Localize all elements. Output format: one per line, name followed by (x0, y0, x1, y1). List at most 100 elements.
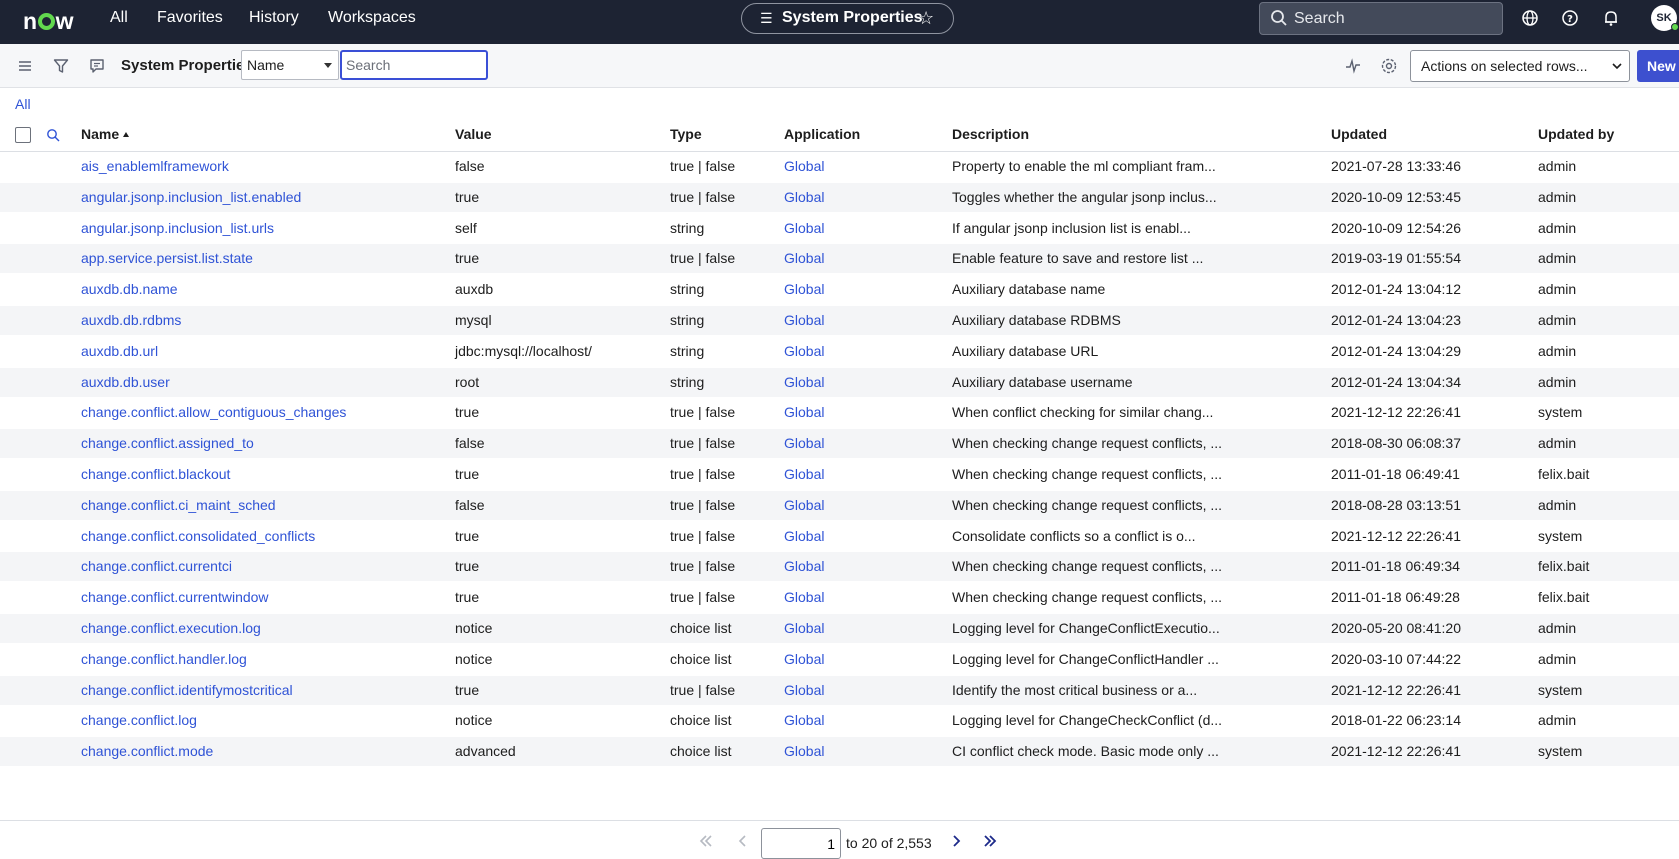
column-header-description[interactable]: Description (952, 126, 1029, 142)
filter-icon[interactable] (52, 57, 70, 75)
table-row[interactable]: auxdb.db.rdbms mysql string Global Auxiliary… (0, 306, 1679, 335)
cell-name[interactable]: change.conflict.consolidated_conflicts (81, 528, 315, 544)
table-row[interactable]: change.conflict.allow_contiguous_changes… (0, 398, 1679, 427)
cell-application[interactable]: Global (784, 620, 824, 636)
cell-application[interactable]: Global (784, 435, 824, 451)
page-number-input[interactable] (761, 828, 841, 859)
first-page-icon[interactable] (699, 835, 713, 847)
nav-favorites[interactable]: Favorites (157, 9, 223, 27)
table-row[interactable]: change.conflict.currentci true true | fals… (0, 552, 1679, 582)
user-avatar[interactable]: SK (1651, 5, 1679, 31)
cell-application[interactable]: Global (784, 374, 824, 390)
cell-name[interactable]: auxdb.db.rdbms (81, 312, 181, 328)
table-row[interactable]: ais_enablemlframework false true | false Gl… (0, 152, 1679, 181)
cell-application[interactable]: Global (784, 497, 824, 513)
cell-application[interactable]: Global (784, 589, 824, 605)
last-page-icon[interactable] (983, 835, 997, 847)
cell-application[interactable]: Global (784, 404, 824, 420)
table-row[interactable]: auxdb.db.user root string Global Auxiliary d… (0, 367, 1679, 397)
table-row[interactable]: change.conflict.ci_maint_sched false true … (0, 490, 1679, 520)
notifications-bell-icon[interactable] (1602, 9, 1620, 27)
activity-pulse-icon[interactable] (1344, 57, 1362, 75)
previous-page-icon[interactable] (736, 835, 750, 847)
table-row[interactable]: change.conflict.assigned_to false true | f… (0, 429, 1679, 459)
table-row[interactable]: change.conflict.blackout true true | false… (0, 460, 1679, 489)
column-header-value[interactable]: Value (455, 126, 492, 142)
nav-all[interactable]: All (110, 9, 128, 27)
favorite-star-icon[interactable]: ☆ (918, 4, 934, 32)
globe-icon[interactable] (1521, 9, 1539, 27)
global-search-input[interactable] (1294, 7, 1494, 31)
table-row[interactable]: change.conflict.execution.log notice choic… (0, 614, 1679, 643)
settings-gear-icon[interactable] (1380, 57, 1398, 75)
table-row[interactable]: change.conflict.handler.log notice choice … (0, 645, 1679, 674)
column-header-name[interactable]: Name (81, 126, 130, 142)
cell-name[interactable]: change.conflict.currentci (81, 558, 232, 574)
select-all-checkbox[interactable] (15, 127, 31, 143)
page-context-pill[interactable]: ☰ System Properties ☆ (741, 3, 954, 34)
table-row[interactable]: auxdb.db.name auxdb string Global Auxiliary … (0, 275, 1679, 304)
cell-name[interactable]: change.conflict.log (81, 712, 197, 728)
column-header-updated-by[interactable]: Updated by (1538, 126, 1614, 142)
next-page-icon[interactable] (949, 835, 963, 847)
cell-application[interactable]: Global (784, 466, 824, 482)
cell-name[interactable]: change.conflict.blackout (81, 466, 230, 482)
cell-application[interactable]: Global (784, 528, 824, 544)
cell-name[interactable]: change.conflict.assigned_to (81, 435, 254, 451)
cell-name[interactable]: angular.jsonp.inclusion_list.enabled (81, 189, 301, 205)
servicenow-logo[interactable]: nw (23, 8, 73, 35)
comments-icon[interactable] (88, 57, 106, 75)
cell-name[interactable]: auxdb.db.name (81, 281, 178, 297)
breadcrumb-all[interactable]: All (15, 96, 31, 112)
cell-application[interactable]: Global (784, 743, 824, 759)
table-row[interactable]: change.conflict.mode advanced choice list G… (0, 737, 1679, 767)
nav-history[interactable]: History (249, 9, 299, 27)
cell-name[interactable]: change.conflict.identifymostcritical (81, 682, 293, 698)
cell-updated: 2021-12-12 22:26:41 (1331, 681, 1461, 698)
cell-application[interactable]: Global (784, 651, 824, 667)
column-header-type[interactable]: Type (670, 126, 702, 142)
cell-name[interactable]: angular.jsonp.inclusion_list.urls (81, 220, 274, 236)
table-row[interactable]: auxdb.db.url jdbc:mysql://localhost/strin… (0, 337, 1679, 366)
actions-on-selected-rows-select[interactable]: Actions on selected rows... (1410, 50, 1630, 82)
table-row[interactable]: angular.jsonp.inclusion_list.enabled true… (0, 182, 1679, 212)
cell-name[interactable]: change.conflict.execution.log (81, 620, 261, 636)
table-row[interactable]: change.conflict.currentwindow true true | … (0, 583, 1679, 612)
help-icon[interactable]: ? (1561, 9, 1579, 27)
table-row[interactable]: angular.jsonp.inclusion_list.urls self str… (0, 214, 1679, 243)
cell-name[interactable]: change.conflict.allow_contiguous_changes (81, 404, 346, 420)
cell-name[interactable]: app.service.persist.list.state (81, 250, 253, 266)
cell-name[interactable]: change.conflict.mode (81, 743, 213, 759)
column-header-application[interactable]: Application (784, 126, 860, 142)
table-row[interactable]: change.conflict.consolidated_conflicts tr… (0, 522, 1679, 551)
cell-application[interactable]: Global (784, 281, 824, 297)
cell-application[interactable]: Global (784, 158, 824, 174)
cell-name[interactable]: change.conflict.ci_maint_sched (81, 497, 276, 513)
cell-application[interactable]: Global (784, 189, 824, 205)
cell-name[interactable]: auxdb.db.url (81, 343, 158, 359)
cell-type: string (670, 312, 705, 328)
cell-application[interactable]: Global (784, 250, 824, 266)
table-row[interactable]: change.conflict.log notice choice list Glob… (0, 706, 1679, 735)
column-search-icon[interactable] (46, 128, 60, 142)
cell-name[interactable]: ais_enablemlframework (81, 158, 229, 174)
cell-application[interactable]: Global (784, 682, 824, 698)
search-field-select[interactable]: Name (241, 50, 339, 80)
cell-application[interactable]: Global (784, 220, 824, 236)
global-search[interactable] (1259, 2, 1503, 35)
hamburger-menu-icon[interactable] (16, 57, 34, 75)
column-header-updated[interactable]: Updated (1331, 126, 1387, 142)
cell-name[interactable]: auxdb.db.user (81, 374, 170, 390)
table-row[interactable]: change.conflict.identifymostcritical true… (0, 675, 1679, 705)
nav-workspaces[interactable]: Workspaces (328, 9, 416, 27)
cell-application[interactable]: Global (784, 312, 824, 328)
cell-application[interactable]: Global (784, 343, 824, 359)
cell-name[interactable]: change.conflict.handler.log (81, 651, 247, 667)
list-search-input[interactable] (340, 50, 488, 80)
new-record-button[interactable]: New (1637, 50, 1679, 82)
cell-application[interactable]: Global (784, 712, 824, 728)
cell-name[interactable]: change.conflict.currentwindow (81, 589, 269, 605)
cell-application[interactable]: Global (784, 558, 824, 574)
table-row[interactable]: app.service.persist.list.state true true |… (0, 244, 1679, 274)
cell-updated: 2021-12-12 22:26:41 (1331, 404, 1461, 421)
